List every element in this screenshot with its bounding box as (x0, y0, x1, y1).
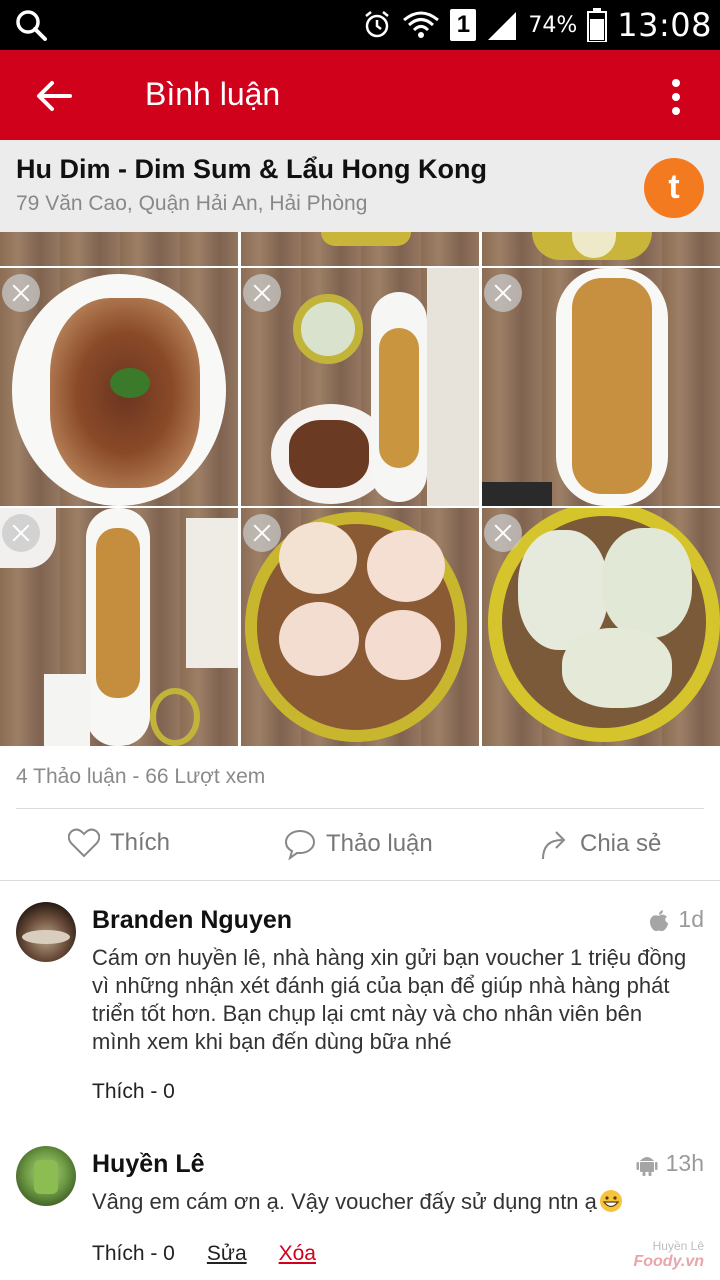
photo-thumbnail[interactable] (482, 268, 720, 506)
comment-footer: Thích - 0 (92, 1080, 175, 1104)
photo-strip-2 (241, 232, 479, 266)
delete-comment-link[interactable]: Xóa (279, 1242, 316, 1266)
comment-footer: Thích - 0 Sửa Xóa (92, 1242, 316, 1266)
signal-icon (488, 12, 517, 40)
photo-thumbnail[interactable] (482, 508, 720, 746)
status-bar: 1 74% 13:08 (0, 0, 720, 50)
photo-thumbnail[interactable] (241, 508, 479, 746)
comment-time: 13h (665, 1150, 704, 1176)
share-button[interactable]: Chia sẻ (540, 828, 661, 860)
more-options-icon[interactable] (670, 77, 682, 117)
watermark: Huyền Lê Foody.vn (633, 1238, 704, 1270)
battery-percent: 74% (528, 12, 578, 38)
comment-item: Branden Nguyen 1d Cám ơn huyền lê, nhà h… (0, 900, 720, 1120)
wifi-icon (403, 11, 440, 38)
restaurant-header[interactable]: Hu Dim - Dim Sum & Lẩu Hong Kong 79 Văn … (0, 140, 720, 232)
action-bar: Thích Thảo luận Chia sẻ (0, 820, 720, 872)
discussion-stats: 4 Thảo luận - 66 Lượt xem (16, 765, 266, 788)
edit-comment-link[interactable]: Sửa (207, 1242, 247, 1266)
comment-text: Cám ơn huyền lê, nhà hàng xin gửi bạn vo… (92, 945, 687, 1054)
comment-text: Vâng em cám ơn ạ. Vậy voucher đấy sử dụn… (92, 1188, 692, 1216)
remove-photo-icon[interactable] (484, 274, 522, 312)
comment-author[interactable]: Branden Nguyen (92, 906, 292, 935)
divider (0, 880, 720, 881)
comment-text-body: Vâng em cám ơn ạ. Vậy voucher đấy sử dụn… (92, 1189, 597, 1214)
comment-time: 1d (678, 906, 704, 932)
remove-photo-icon[interactable] (243, 514, 281, 552)
comment-author[interactable]: Huyền Lê (92, 1150, 205, 1179)
page-title: Bình luận (145, 76, 281, 112)
discuss-button[interactable]: Thảo luận (284, 828, 433, 860)
sim-1-icon: 1 (450, 9, 477, 41)
comment-like-count[interactable]: Thích - 0 (92, 1080, 175, 1104)
clock: 13:08 (617, 6, 712, 44)
grinning-emoji-icon (599, 1190, 622, 1212)
heart-icon (68, 828, 100, 858)
apple-icon (650, 909, 669, 931)
comment-item: Huyền Lê 13h Vâng em cám ơn ạ. Vậy vouch… (0, 1146, 720, 1276)
restaurant-name[interactable]: Hu Dim - Dim Sum & Lẩu Hong Kong (16, 154, 487, 185)
like-button[interactable]: Thích (68, 828, 170, 858)
avatar[interactable] (16, 902, 76, 962)
remove-photo-icon[interactable] (484, 514, 522, 552)
speech-bubble-icon (284, 829, 316, 860)
watermark-user: Huyền Lê (652, 1239, 704, 1253)
app-bar: Bình luận (0, 50, 720, 140)
share-label: Chia sẻ (580, 830, 662, 857)
comment-meta: 1d (648, 906, 704, 933)
photo-thumbnail[interactable] (0, 508, 238, 746)
back-arrow-icon[interactable] (34, 75, 76, 117)
android-icon (636, 1156, 658, 1176)
discuss-label: Thảo luận (326, 830, 433, 857)
remove-photo-icon[interactable] (243, 274, 281, 312)
restaurant-badge[interactable]: t (644, 158, 704, 218)
photo-thumbnail[interactable] (0, 268, 238, 506)
remove-photo-icon[interactable] (2, 274, 40, 312)
restaurant-address: 79 Văn Cao, Quận Hải An, Hải Phòng (16, 192, 368, 215)
avatar[interactable] (16, 1146, 76, 1206)
battery-icon (587, 8, 608, 42)
divider (16, 808, 704, 809)
sim-slot-label: 1 (456, 11, 471, 38)
photo-strip-1 (0, 232, 238, 266)
watermark-logo: Foody.vn (633, 1253, 704, 1270)
alarm-icon (365, 11, 390, 38)
like-label: Thích (110, 829, 171, 856)
comment-meta: 13h (636, 1150, 704, 1177)
search-icon (16, 10, 47, 41)
remove-photo-icon[interactable] (2, 514, 40, 552)
comment-like-count[interactable]: Thích - 0 (92, 1242, 175, 1266)
photo-grid (0, 232, 720, 746)
photo-strip-3 (482, 232, 720, 266)
photo-thumbnail[interactable] (241, 268, 479, 506)
share-arrow-icon (542, 831, 566, 860)
